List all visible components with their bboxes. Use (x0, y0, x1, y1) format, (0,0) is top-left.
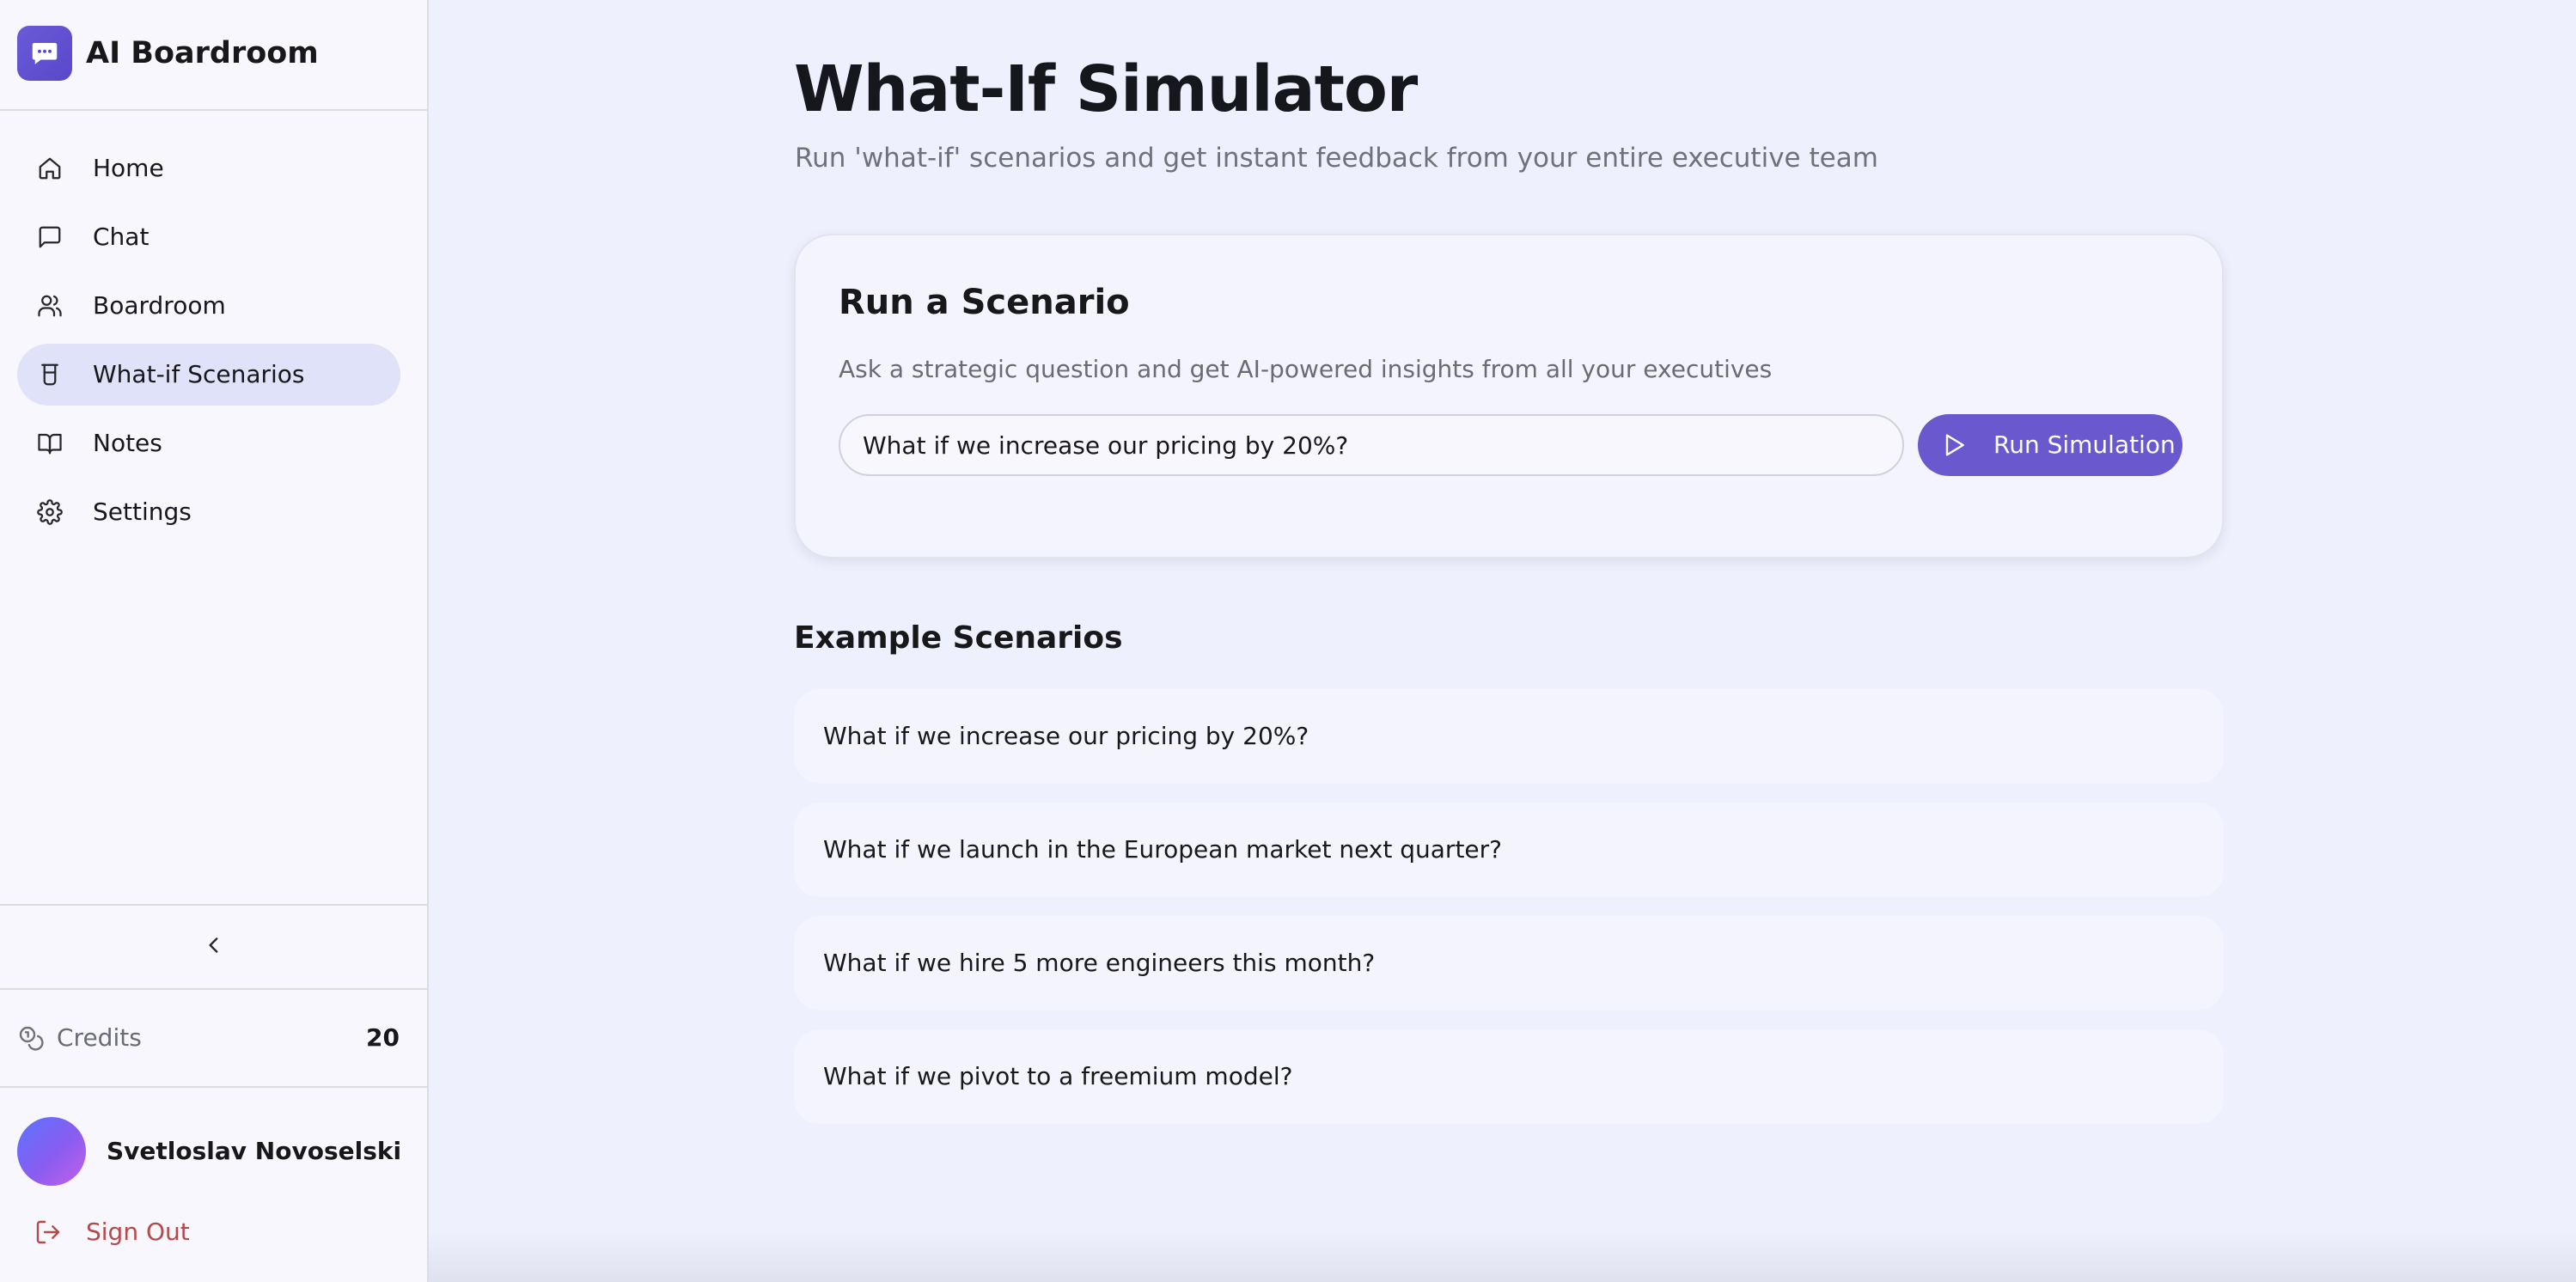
example-scenarios-list: What if we increase our pricing by 20%? … (794, 689, 2224, 1143)
example-scenario-label: What if we launch in the European market… (823, 835, 1503, 864)
avatar[interactable] (17, 1117, 86, 1186)
examples-heading: Example Scenarios (794, 620, 1123, 656)
chat-bubble-icon (36, 223, 64, 251)
sign-out-label: Sign Out (86, 1218, 190, 1246)
book-open-icon (36, 430, 64, 457)
chat-logo-icon (17, 26, 72, 81)
sidebar-nav: Home Chat Boardroom What-if Scenarios No… (17, 137, 400, 550)
scenario-input[interactable] (839, 414, 1904, 476)
sidebar-item-label: Settings (93, 498, 192, 526)
page-title: What-If Simulator (794, 52, 1418, 126)
play-icon (1940, 431, 1968, 459)
example-scenario-item[interactable]: What if we increase our pricing by 20%? (794, 689, 2224, 784)
user-section: Svetloslav Novoselski Sign Out (0, 1086, 427, 1282)
card-description: Ask a strategic question and get AI-powe… (839, 355, 1773, 383)
example-scenario-item[interactable]: What if we pivot to a freemium model? (794, 1029, 2224, 1124)
app-root: AI Boardroom Home Chat Boardroom What-if… (0, 0, 2576, 1282)
collapse-sidebar-button[interactable] (0, 904, 427, 988)
example-scenario-label: What if we pivot to a freemium model? (823, 1062, 1293, 1090)
sidebar-item-label: Home (93, 154, 164, 182)
sidebar-item-boardroom[interactable]: Boardroom (17, 275, 400, 337)
sidebar-item-what-if-scenarios[interactable]: What-if Scenarios (17, 344, 400, 406)
page-subtitle: Run 'what-if' scenarios and get instant … (795, 143, 1878, 174)
main-content: What-If Simulator Run 'what-if' scenario… (429, 0, 2576, 1282)
sidebar-item-label: Notes (93, 429, 162, 457)
sidebar-item-label: What-if Scenarios (93, 360, 305, 388)
sidebar-item-settings[interactable]: Settings (17, 481, 400, 543)
log-out-icon (34, 1218, 62, 1246)
chevron-left-icon (203, 934, 225, 960)
app-title: AI Boardroom (86, 36, 319, 70)
coins-icon (17, 1024, 45, 1052)
example-scenario-label: What if we hire 5 more engineers this mo… (823, 949, 1376, 977)
users-icon (36, 292, 64, 320)
bottom-shade (429, 1230, 2576, 1282)
gear-icon (36, 498, 64, 526)
sidebar-item-notes[interactable]: Notes (17, 412, 400, 474)
credits-label: Credits (57, 1023, 142, 1052)
credits-row: Credits 20 (0, 988, 427, 1086)
sidebar-item-chat[interactable]: Chat (17, 206, 400, 268)
run-simulation-label: Run Simulation (1993, 430, 2176, 459)
run-scenario-card: Run a Scenario Ask a strategic question … (794, 234, 2224, 559)
card-title: Run a Scenario (839, 283, 1130, 322)
sidebar-item-label: Boardroom (93, 291, 226, 320)
credits-value: 20 (366, 1023, 400, 1052)
sign-out-button[interactable]: Sign Out (34, 1215, 190, 1249)
brand-header: AI Boardroom (0, 0, 427, 111)
sidebar: AI Boardroom Home Chat Boardroom What-if… (0, 0, 429, 1282)
example-scenario-item[interactable]: What if we hire 5 more engineers this mo… (794, 916, 2224, 1010)
user-name: Svetloslav Novoselski (107, 1137, 402, 1165)
sidebar-item-home[interactable]: Home (17, 137, 400, 199)
example-scenario-label: What if we increase our pricing by 20%? (823, 722, 1309, 750)
sidebar-item-label: Chat (93, 223, 150, 251)
run-simulation-button[interactable]: Run Simulation (1918, 414, 2182, 476)
beaker-icon (36, 361, 64, 388)
home-icon (36, 155, 64, 182)
example-scenario-item[interactable]: What if we launch in the European market… (794, 803, 2224, 897)
